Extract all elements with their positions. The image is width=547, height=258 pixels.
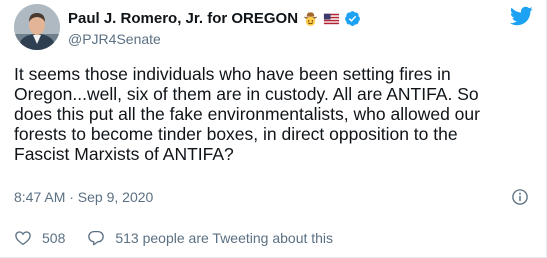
cowboy-face-emoji: [303, 11, 318, 26]
avatar[interactable]: [14, 4, 60, 50]
reply-button[interactable]: 513 people are Tweeting about this: [87, 229, 333, 247]
twitter-logo-icon[interactable]: [509, 4, 533, 28]
like-count: 508: [42, 230, 66, 246]
tweet-timestamp[interactable]: 8:47 AM · Sep 9, 2020: [14, 189, 153, 205]
info-icon[interactable]: [511, 188, 529, 206]
avatar-photo: [14, 4, 60, 50]
heart-icon: [15, 231, 31, 246]
name-row: Paul J. Romero, Jr. for OREGON: [68, 9, 361, 27]
tweet-text: It seems those individuals who have been…: [14, 64, 480, 164]
verified-icon: [345, 10, 360, 26]
author-block: Paul J. Romero, Jr. for OREGON @PJR4Sena…: [68, 9, 361, 47]
action-bar: 508 513 people are Tweeting about this: [14, 229, 333, 247]
like-button[interactable]: 508: [14, 229, 65, 247]
user-handle[interactable]: @PJR4Senate: [68, 31, 361, 47]
tweet-card: Paul J. Romero, Jr. for OREGON @PJR4Sena…: [0, 0, 547, 258]
us-flag-emoji: [323, 13, 340, 24]
reply-bubble-icon: [88, 230, 105, 246]
reply-text: 513 people are Tweeting about this: [115, 230, 334, 246]
display-name[interactable]: Paul J. Romero, Jr. for OREGON: [68, 10, 298, 27]
